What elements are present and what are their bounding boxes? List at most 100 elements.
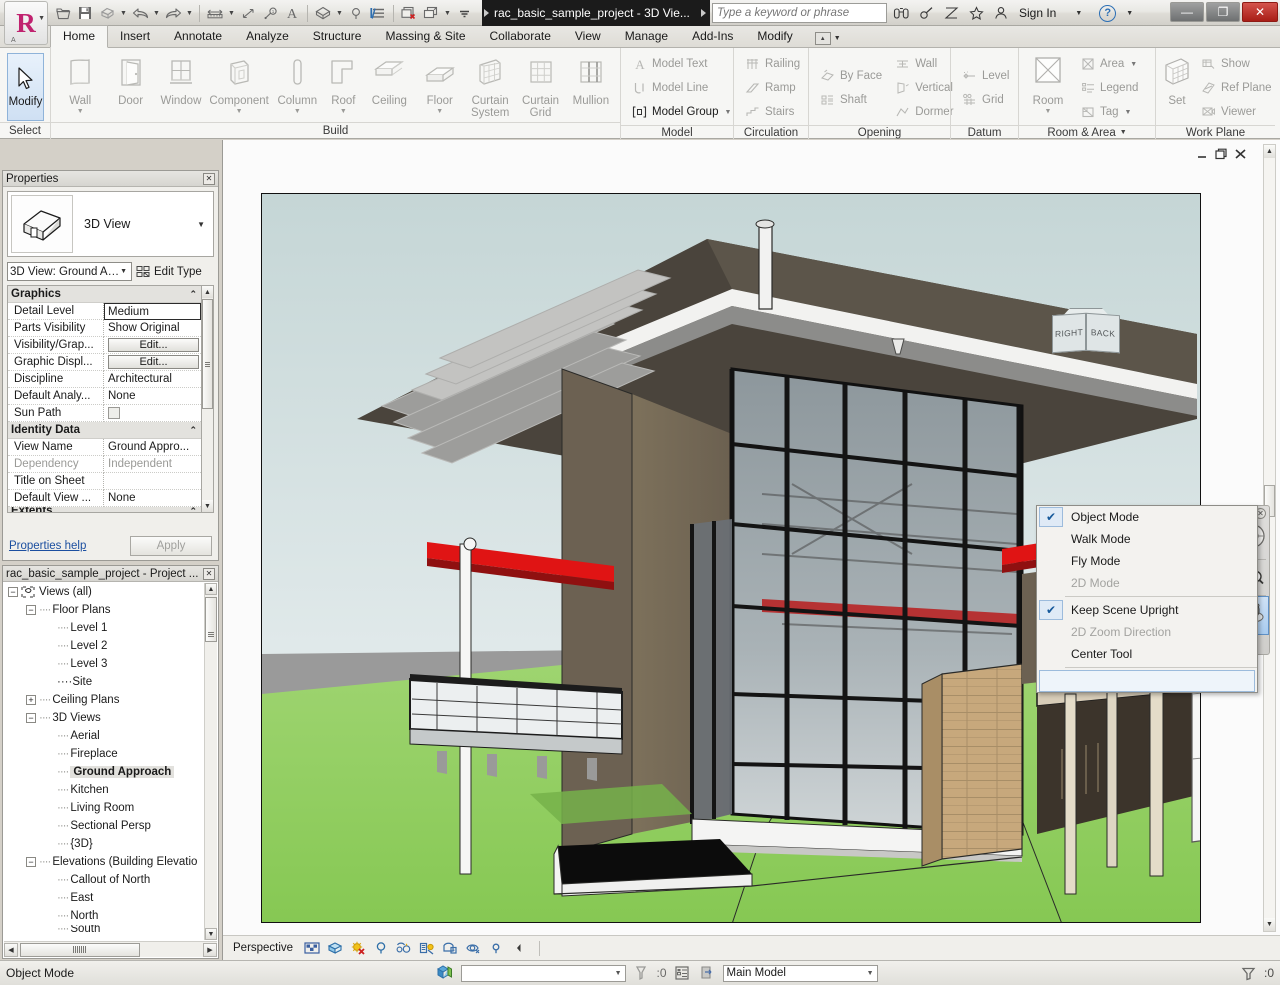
project-browser-scrollbar[interactable]: ▲ ▼ [204, 583, 217, 940]
app-menu-chevron-icon[interactable]: ▼ [38, 15, 45, 22]
area-button[interactable]: Area ▼ [1076, 52, 1141, 76]
tree-node-site[interactable]: ···· Site [4, 673, 203, 691]
visual-style-icon[interactable] [326, 940, 343, 957]
property-row-sun-path[interactable]: Sun Path [8, 405, 201, 422]
view-cube-back-face[interactable]: BACK [1086, 312, 1120, 354]
property-value[interactable]: Edit... [104, 337, 201, 354]
tab-modify[interactable]: Modify [745, 26, 804, 47]
close-palette-icon[interactable]: ✕ [203, 567, 215, 580]
hide-isolate-icon[interactable] [464, 940, 481, 957]
ribbon-minimize-icon[interactable]: ▲ [814, 32, 831, 45]
tree-node-south[interactable]: ···· South [4, 925, 203, 933]
type-selector-chevron-icon[interactable]: ▼ [120, 268, 129, 275]
minimize-button[interactable]: — [1170, 2, 1204, 22]
tree-node-floor-plans[interactable]: − ···· Floor Plans [4, 601, 203, 619]
default-3d-view-icon[interactable] [312, 2, 334, 24]
property-group-identity-data[interactable]: Identity Data ⌃ [8, 422, 201, 439]
restore-view-icon[interactable] [1215, 148, 1228, 160]
component-dropdown-icon[interactable]: ▼ [236, 108, 243, 115]
context-item-object-mode[interactable]: ✔ Object Mode [1037, 506, 1257, 528]
close-inactive-views-icon[interactable] [398, 2, 420, 24]
property-value[interactable]: None [104, 388, 201, 405]
collapse-chevron-icon[interactable]: ⌃ [189, 289, 197, 300]
tab-collaborate[interactable]: Collaborate [478, 26, 563, 47]
opening-dormer-button[interactable]: Dormer [891, 100, 956, 124]
subscription-center-icon[interactable] [917, 3, 935, 23]
measure-icon[interactable] [204, 2, 226, 24]
property-row-visibility-graphics[interactable]: Visibility/Grap... Edit... [8, 337, 201, 354]
tag-area-dropdown-icon[interactable]: ▼ [1125, 109, 1132, 116]
property-value[interactable] [104, 473, 201, 490]
tab-structure[interactable]: Structure [301, 26, 374, 47]
document-tab[interactable]: rac_basic_sample_project - 3D Vie... [482, 0, 710, 26]
rendering-dialog-icon[interactable] [395, 940, 412, 957]
property-value[interactable]: Medium [104, 303, 201, 320]
help-dropdown-icon[interactable]: ▼ [1126, 10, 1133, 17]
scroll-thumb[interactable] [202, 299, 213, 409]
measure-dropdown-icon[interactable]: ▼ [226, 2, 237, 24]
apply-button[interactable]: Apply [130, 536, 212, 556]
reveal-hidden-icon[interactable] [487, 940, 504, 957]
roof-button[interactable]: Roof ▼ [323, 51, 365, 115]
tree-node-elevations[interactable]: − ···· Elevations (Building Elevatio [4, 853, 203, 871]
scroll-down-icon[interactable]: ▼ [202, 500, 213, 512]
open-icon[interactable] [52, 2, 74, 24]
railing-button[interactable]: Railing [741, 52, 803, 76]
favorites-star-icon[interactable] [967, 3, 985, 23]
visibility-graphics-edit-button[interactable]: Edit... [108, 338, 199, 352]
default-3d-view-dropdown-icon[interactable]: ▼ [334, 2, 345, 24]
model-group-dropdown-icon[interactable]: ▼ [724, 109, 731, 116]
room-button[interactable]: Room ▼ [1023, 51, 1073, 115]
level-button[interactable]: Level [958, 64, 1013, 88]
column-dropdown-icon[interactable]: ▼ [294, 108, 301, 115]
tree-node-3d-views[interactable]: − ···· 3D Views [4, 709, 203, 727]
redo-icon[interactable] [162, 2, 184, 24]
scroll-left-icon[interactable]: ◀ [4, 942, 18, 957]
mullion-button[interactable]: Mullion [566, 51, 616, 107]
property-value[interactable] [104, 405, 201, 422]
tree-node-3d[interactable]: ···· {3D} [4, 835, 203, 853]
aligned-dimension-icon[interactable] [237, 2, 259, 24]
curtain-system-button[interactable]: Curtain System [465, 51, 515, 119]
restore-button[interactable]: ❐ [1206, 2, 1240, 22]
door-button[interactable]: Door [105, 51, 155, 107]
property-value[interactable]: Edit... [104, 354, 201, 371]
expander-icon[interactable]: − [26, 605, 36, 615]
undo-dropdown-icon[interactable]: ▼ [151, 2, 162, 24]
model-line-button[interactable]: Model Line [628, 76, 734, 100]
info-center-search[interactable] [712, 3, 887, 23]
model-group-button[interactable]: Model Group ▼ [628, 100, 734, 124]
sun-path-checkbox[interactable] [108, 407, 120, 419]
component-button[interactable]: Component ▼ [206, 51, 272, 115]
sign-in-dropdown-icon[interactable]: ▼ [1075, 10, 1082, 17]
context-item-3dconnexion-properties[interactable] [1039, 670, 1255, 692]
switch-windows-icon[interactable] [420, 2, 442, 24]
view-scale-label[interactable]: Perspective [233, 942, 293, 954]
tree-node-views-all[interactable]: − Views (all) [4, 583, 203, 601]
expander-icon[interactable]: − [8, 587, 18, 597]
project-browser-hscrollbar[interactable]: ◀ ▶ [4, 941, 217, 957]
ribbon-minimize-chevron-icon[interactable]: ▼ [834, 35, 841, 42]
search-binoculars-icon[interactable] [892, 3, 910, 23]
tab-view[interactable]: View [563, 26, 613, 47]
undo-icon[interactable] [129, 2, 151, 24]
doc-tab-next-icon[interactable] [701, 9, 706, 17]
property-value[interactable]: Show Original [104, 320, 201, 337]
property-row-title-on-sheet[interactable]: Title on Sheet [8, 473, 201, 490]
ref-plane-button[interactable]: Ref Plane [1197, 76, 1275, 100]
expand-bar-icon[interactable] [510, 940, 527, 957]
grid-button[interactable]: Grid [958, 88, 1013, 112]
close-button[interactable]: ✕ [1242, 2, 1278, 22]
set-workplane-button[interactable]: Set [1160, 51, 1194, 107]
property-row-graphic-display[interactable]: Graphic Displ... Edit... [8, 354, 201, 371]
sun-path-icon[interactable] [349, 940, 366, 957]
modify-button[interactable]: Modify [7, 53, 44, 121]
tree-node-ceiling-plans[interactable]: + ···· Ceiling Plans [4, 691, 203, 709]
scroll-thumb[interactable] [205, 597, 217, 642]
properties-scrollbar[interactable]: ▲ ▼ [201, 285, 214, 513]
collapse-chevron-icon[interactable]: ⌃ [189, 507, 197, 512]
panel-room-and-area-expand-icon[interactable]: ▼ [1120, 129, 1127, 136]
tab-manage[interactable]: Manage [613, 26, 680, 47]
help-icon[interactable]: ? [1099, 4, 1117, 22]
property-row-view-name[interactable]: View Name Ground Appro... [8, 439, 201, 456]
